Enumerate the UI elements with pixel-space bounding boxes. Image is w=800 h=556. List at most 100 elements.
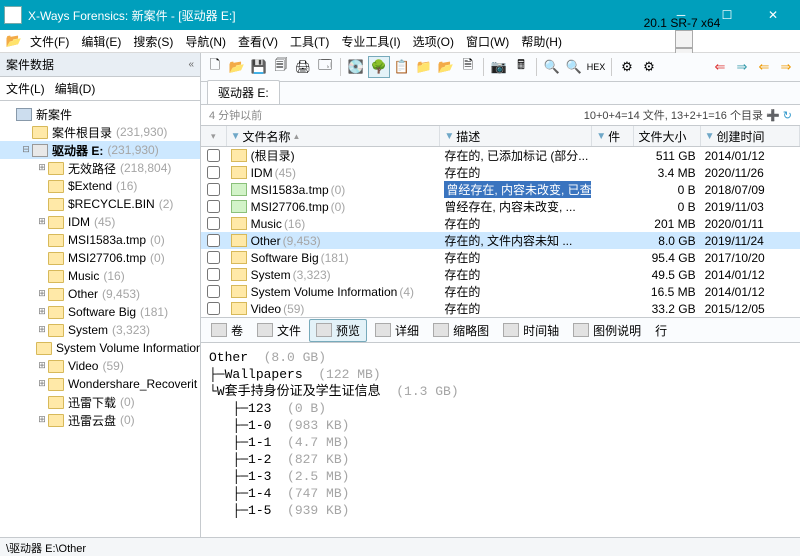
tb-cfg2-icon[interactable]: ⚙ — [639, 57, 659, 77]
row-checkbox[interactable] — [207, 183, 220, 196]
row-checkbox[interactable] — [207, 285, 220, 298]
dtab-row[interactable]: 行 — [649, 320, 673, 341]
dtab-volume[interactable]: 卷 — [205, 320, 249, 341]
row-checkbox[interactable] — [207, 302, 220, 315]
tb-find-icon[interactable]: 🔍 — [542, 57, 562, 77]
tree-item[interactable]: MSI27706.tmp(0) — [0, 249, 200, 267]
tb-sync-icon[interactable]: ⇐ — [754, 57, 774, 77]
tb-disk-icon[interactable]: 💽 — [346, 57, 366, 77]
table-row[interactable]: Software Big(181)存在的95.4 GB2017/10/20 — [201, 249, 800, 266]
row-checkbox[interactable] — [207, 251, 220, 264]
tb-back-icon[interactable]: ⇐ — [710, 57, 730, 77]
filter-icon[interactable]: ▼ — [444, 131, 454, 142]
preview-tree[interactable]: Other (8.0 GB)├─Wallpapers (122 MB)└W套手持… — [201, 343, 800, 537]
tb-cam-icon[interactable]: 📷 — [489, 57, 509, 77]
menu-edit[interactable]: 编辑(E) — [75, 31, 127, 52]
menu-nav[interactable]: 导航(N) — [179, 31, 232, 52]
col-attr[interactable]: ▼文件类 — [592, 126, 634, 146]
left-menu-edit[interactable]: 编辑(D) — [55, 82, 96, 96]
tree-item[interactable]: MSI1583a.tmp(0) — [0, 231, 200, 249]
tree-item[interactable]: ⊞无效路径(218,804) — [0, 159, 200, 177]
stats-refresh-icon[interactable]: ↻ — [783, 109, 792, 122]
col-desc[interactable]: ▼描述 — [440, 126, 592, 146]
table-row[interactable]: Video(59)存在的33.2 GB2015/12/05 — [201, 300, 800, 317]
row-checkbox[interactable] — [207, 166, 220, 179]
mdi-restore-button[interactable] — [675, 30, 693, 48]
tb-open2-icon[interactable]: 📂 — [436, 57, 456, 77]
tree-item[interactable]: ⊞System(3,323) — [0, 321, 200, 339]
dtab-thumb[interactable]: 缩略图 — [427, 320, 495, 341]
row-checkbox[interactable] — [207, 268, 220, 281]
tree-item[interactable]: $Extend(16) — [0, 177, 200, 195]
dtab-file[interactable]: 文件 — [251, 320, 307, 341]
tree-item[interactable]: 迅雷下载(0) — [0, 393, 200, 411]
tree-item[interactable]: $RECYCLE.BIN(2) — [0, 195, 200, 213]
tb-find2-icon[interactable]: 🔍 — [564, 57, 584, 77]
row-checkbox[interactable] — [207, 149, 220, 162]
tb-tree-icon[interactable]: 🌳 — [368, 56, 390, 78]
tree-item[interactable]: 案件根目录(231,930) — [0, 123, 200, 141]
stats-plus-icon[interactable]: ➕ — [766, 109, 780, 122]
filter-icon[interactable]: ▼ — [231, 131, 241, 142]
tree-item[interactable]: ⊞Software Big(181) — [0, 303, 200, 321]
row-checkbox[interactable] — [207, 234, 220, 247]
tree-item[interactable]: 新案件 — [0, 105, 200, 123]
tree-item[interactable]: ⊞迅雷云盘(0) — [0, 411, 200, 429]
filter-icon[interactable]: ▼ — [705, 131, 715, 142]
tree-item[interactable]: ⊞IDM(45) — [0, 213, 200, 231]
case-tree[interactable]: 新案件案件根目录(231,930)⊟驱动器 E:(231,930)⊞无效路径(2… — [0, 101, 200, 537]
table-row[interactable]: MSI27706.tmp(0)曾经存在, 内容未改变, ...0 B2019/1… — [201, 198, 800, 215]
tb-cfg1-icon[interactable]: ⚙ — [617, 57, 637, 77]
dtab-detail[interactable]: 详细 — [369, 320, 425, 341]
tb-hex-icon[interactable]: HEX — [586, 57, 606, 77]
tb-print-icon[interactable]: 🖨 — [293, 57, 313, 77]
table-row[interactable]: System Volume Information(4)存在的16.5 MB20… — [201, 283, 800, 300]
tree-item[interactable]: System Volume Information — [0, 339, 200, 357]
tb-open-icon[interactable]: 📂 — [227, 57, 247, 77]
dtab-legend[interactable]: 图例说明 — [567, 320, 647, 341]
left-menu-file[interactable]: 文件(L) — [6, 82, 45, 96]
tb-save-icon[interactable]: 💾 — [249, 57, 269, 77]
menu-file[interactable]: 文件(F) — [24, 31, 75, 52]
tb-fwd-icon[interactable]: ⇒ — [732, 57, 752, 77]
menu-pro[interactable]: 专业工具(I) — [335, 31, 406, 52]
menu-tools[interactable]: 工具(T) — [284, 31, 335, 52]
col-size[interactable]: 文件大小 — [634, 126, 700, 146]
dtab-preview[interactable]: 预览 — [309, 319, 367, 342]
table-row[interactable]: System(3,323)存在的49.5 GB2014/01/12 — [201, 266, 800, 283]
icon-open[interactable]: 📂 — [4, 31, 24, 51]
table-row[interactable]: MSI1583a.tmp(0)曾经存在, 内容未改变, 已查看0 B2018/0… — [201, 181, 800, 198]
tb-copy-icon[interactable]: 📋 — [392, 57, 412, 77]
tb-props-icon[interactable]: 🗔 — [315, 57, 335, 77]
menu-window[interactable]: 窗口(W) — [460, 31, 515, 52]
col-name[interactable]: ▼文件名称▲ — [227, 126, 441, 146]
table-row[interactable]: Other(9,453)存在的, 文件内容未知 ...8.0 GB2019/11… — [201, 232, 800, 249]
col-check[interactable]: ▾ — [201, 126, 227, 146]
filter-icon[interactable]: ▼ — [596, 131, 606, 142]
menu-view[interactable]: 查看(V) — [232, 31, 284, 52]
tree-item[interactable]: Music(16) — [0, 267, 200, 285]
tb-sync2-icon[interactable]: ⇒ — [776, 57, 796, 77]
tree-item[interactable]: ⊞Video(59) — [0, 357, 200, 375]
tree-item[interactable]: ⊞Other(9,453) — [0, 285, 200, 303]
tb-folder-icon[interactable]: 📁 — [414, 57, 434, 77]
table-row[interactable]: (根目录)存在的, 已添加标记 (部分...511 GB2014/01/12 — [201, 147, 800, 164]
tb-savecopy-icon[interactable]: 🗐 — [271, 57, 291, 77]
tb-calc-icon[interactable]: 🖩 — [511, 57, 531, 77]
row-checkbox[interactable] — [207, 200, 220, 213]
menu-help[interactable]: 帮助(H) — [515, 31, 568, 52]
row-checkbox[interactable] — [207, 217, 220, 230]
tree-item[interactable]: ⊟驱动器 E:(231,930) — [0, 141, 200, 159]
dtab-timeline[interactable]: 时间轴 — [497, 320, 565, 341]
table-row[interactable]: Music(16)存在的201 MB2020/01/11 — [201, 215, 800, 232]
tb-report-icon[interactable]: 🗎 — [458, 57, 478, 77]
collapse-icon[interactable]: « — [188, 59, 194, 70]
tb-new-icon[interactable]: 🗋 — [205, 57, 225, 77]
tab-drive-e[interactable]: 驱动器 E: — [207, 80, 280, 104]
menu-search[interactable]: 搜索(S) — [127, 31, 179, 52]
col-date[interactable]: ▼创建时间 — [701, 126, 800, 146]
tree-item[interactable]: ⊞Wondershare_Recoverit — [0, 375, 200, 393]
table-row[interactable]: IDM(45)存在的3.4 MB2020/11/26 — [201, 164, 800, 181]
grid-body[interactable]: (根目录)存在的, 已添加标记 (部分...511 GB2014/01/12ID… — [201, 147, 800, 317]
menu-options[interactable]: 选项(O) — [407, 31, 460, 52]
